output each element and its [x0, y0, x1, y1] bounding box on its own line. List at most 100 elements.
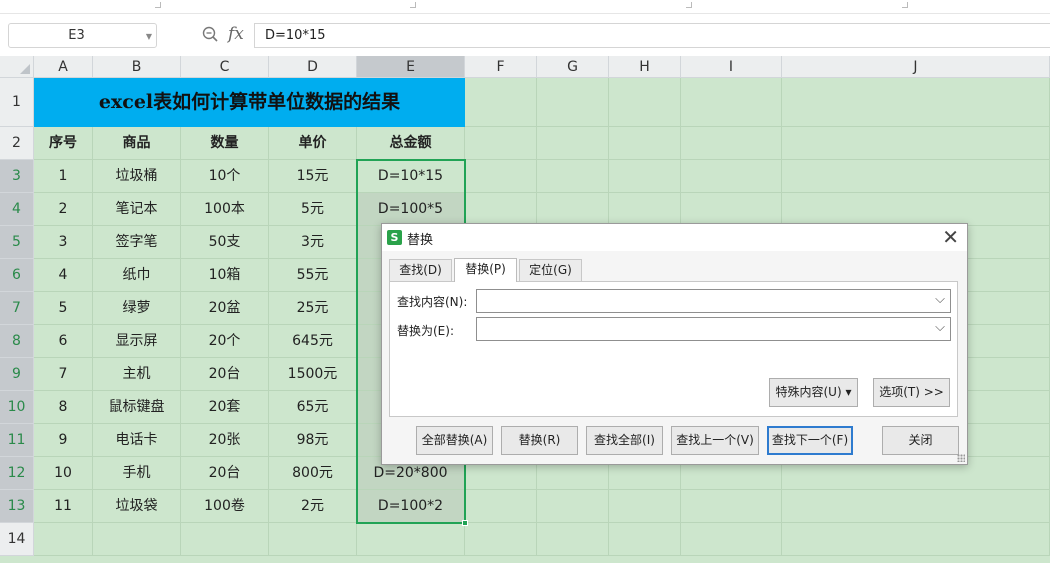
chevron-down-icon[interactable]: ⌵ — [935, 320, 945, 335]
cell-d10[interactable]: 65元 — [269, 391, 357, 424]
row-header-2[interactable]: 2 — [0, 127, 34, 160]
cell-f3[interactable] — [465, 160, 537, 193]
cell-h4[interactable] — [609, 193, 681, 226]
cell-c12[interactable]: 20台 — [181, 457, 269, 490]
column-header-i[interactable]: I — [681, 56, 782, 78]
column-header-a[interactable]: A — [34, 56, 93, 78]
cell-j14[interactable] — [782, 523, 1050, 556]
cell-f1[interactable] — [465, 78, 537, 127]
cell-d12[interactable]: 800元 — [269, 457, 357, 490]
fill-handle[interactable] — [462, 520, 468, 526]
cell-f13[interactable] — [465, 490, 537, 523]
cell-d8[interactable]: 645元 — [269, 325, 357, 358]
cell-c4[interactable]: 100本 — [181, 193, 269, 226]
row-header-14[interactable]: 14 — [0, 523, 34, 556]
cell-a13[interactable]: 11 — [34, 490, 93, 523]
cell-c7[interactable]: 20盆 — [181, 292, 269, 325]
dialog-title-bar[interactable]: S 替换 ✕ — [382, 224, 967, 251]
replace-button[interactable]: 替换(R) — [501, 426, 578, 455]
cell-h13[interactable] — [609, 490, 681, 523]
cell-g4[interactable] — [537, 193, 609, 226]
cell-c14[interactable] — [181, 523, 269, 556]
cell-a14[interactable] — [34, 523, 93, 556]
cell-d3[interactable]: 15元 — [269, 160, 357, 193]
cell-g2[interactable] — [537, 127, 609, 160]
cell-a5[interactable]: 3 — [34, 226, 93, 259]
cell-c10[interactable]: 20套 — [181, 391, 269, 424]
cell-d13[interactable]: 2元 — [269, 490, 357, 523]
row-header-3[interactable]: 3 — [0, 160, 34, 193]
find-input[interactable]: ⌵ — [476, 289, 951, 313]
cell-i4[interactable] — [681, 193, 782, 226]
cell-g14[interactable] — [537, 523, 609, 556]
column-header-e[interactable]: E — [357, 56, 465, 78]
cell-d6[interactable]: 55元 — [269, 259, 357, 292]
tab-goto[interactable]: 定位(G) — [519, 259, 582, 281]
cell-b7[interactable]: 绿萝 — [93, 292, 181, 325]
formula-input[interactable]: D=10*15 — [254, 23, 1050, 48]
cell-i3[interactable] — [681, 160, 782, 193]
cell-b5[interactable]: 签字笔 — [93, 226, 181, 259]
cell-j3[interactable] — [782, 160, 1050, 193]
row-header-12[interactable]: 12 — [0, 457, 34, 490]
cell-h2[interactable] — [609, 127, 681, 160]
fx-icon[interactable]: fx — [228, 24, 244, 44]
cell-d14[interactable] — [269, 523, 357, 556]
column-header-j[interactable]: J — [782, 56, 1050, 78]
cell-b4[interactable]: 笔记本 — [93, 193, 181, 226]
chevron-down-icon[interactable]: ▼ — [146, 32, 152, 41]
cell-c6[interactable]: 10箱 — [181, 259, 269, 292]
column-header-g[interactable]: G — [537, 56, 609, 78]
replace-input[interactable]: ⌵ — [476, 317, 951, 341]
cell-b11[interactable]: 电话卡 — [93, 424, 181, 457]
cell-d11[interactable]: 98元 — [269, 424, 357, 457]
replace-all-button[interactable]: 全部替换(A) — [416, 426, 493, 455]
cell-a12[interactable]: 10 — [34, 457, 93, 490]
cell-i13[interactable] — [681, 490, 782, 523]
sheet-title[interactable]: excel表如何计算带单位数据的结果 — [34, 78, 465, 127]
cell-a10[interactable]: 8 — [34, 391, 93, 424]
chevron-down-icon[interactable]: ⌵ — [935, 292, 945, 307]
cell-h3[interactable] — [609, 160, 681, 193]
column-header-c[interactable]: C — [181, 56, 269, 78]
cell-j1[interactable] — [782, 78, 1050, 127]
zoom-formula-icon[interactable] — [202, 26, 218, 42]
cell-b3[interactable]: 垃圾桶 — [93, 160, 181, 193]
cell-d2[interactable]: 单价 — [269, 127, 357, 160]
row-header-4[interactable]: 4 — [0, 193, 34, 226]
row-header-10[interactable]: 10 — [0, 391, 34, 424]
cell-j2[interactable] — [782, 127, 1050, 160]
cell-a11[interactable]: 9 — [34, 424, 93, 457]
cell-e2[interactable]: 总金额 — [357, 127, 465, 160]
row-header-7[interactable]: 7 — [0, 292, 34, 325]
cell-d9[interactable]: 1500元 — [269, 358, 357, 391]
cell-b2[interactable]: 商品 — [93, 127, 181, 160]
special-content-button[interactable]: 特殊内容(U) ▾ — [769, 378, 858, 407]
find-next-button[interactable]: 查找下一个(F) — [767, 426, 853, 455]
cell-c8[interactable]: 20个 — [181, 325, 269, 358]
cell-b13[interactable]: 垃圾袋 — [93, 490, 181, 523]
cell-c5[interactable]: 50支 — [181, 226, 269, 259]
cell-a3[interactable]: 1 — [34, 160, 93, 193]
cell-c3[interactable]: 10个 — [181, 160, 269, 193]
column-header-f[interactable]: F — [465, 56, 537, 78]
options-button[interactable]: 选项(T) >> — [873, 378, 950, 407]
cell-e14[interactable] — [357, 523, 465, 556]
row-header-1[interactable]: 1 — [0, 78, 34, 127]
row-header-11[interactable]: 11 — [0, 424, 34, 457]
resize-grip-icon[interactable] — [957, 454, 965, 462]
cell-b8[interactable]: 显示屏 — [93, 325, 181, 358]
name-box[interactable]: E3 ▼ — [8, 23, 157, 48]
column-header-h[interactable]: H — [609, 56, 681, 78]
cell-j4[interactable] — [782, 193, 1050, 226]
find-all-button[interactable]: 查找全部(I) — [586, 426, 663, 455]
select-all-corner[interactable] — [0, 56, 34, 78]
cell-i2[interactable] — [681, 127, 782, 160]
cell-g1[interactable] — [537, 78, 609, 127]
cell-c13[interactable]: 100卷 — [181, 490, 269, 523]
row-header-13[interactable]: 13 — [0, 490, 34, 523]
row-header-8[interactable]: 8 — [0, 325, 34, 358]
cell-b14[interactable] — [93, 523, 181, 556]
cell-d7[interactable]: 25元 — [269, 292, 357, 325]
close-icon[interactable]: ✕ — [942, 226, 959, 248]
